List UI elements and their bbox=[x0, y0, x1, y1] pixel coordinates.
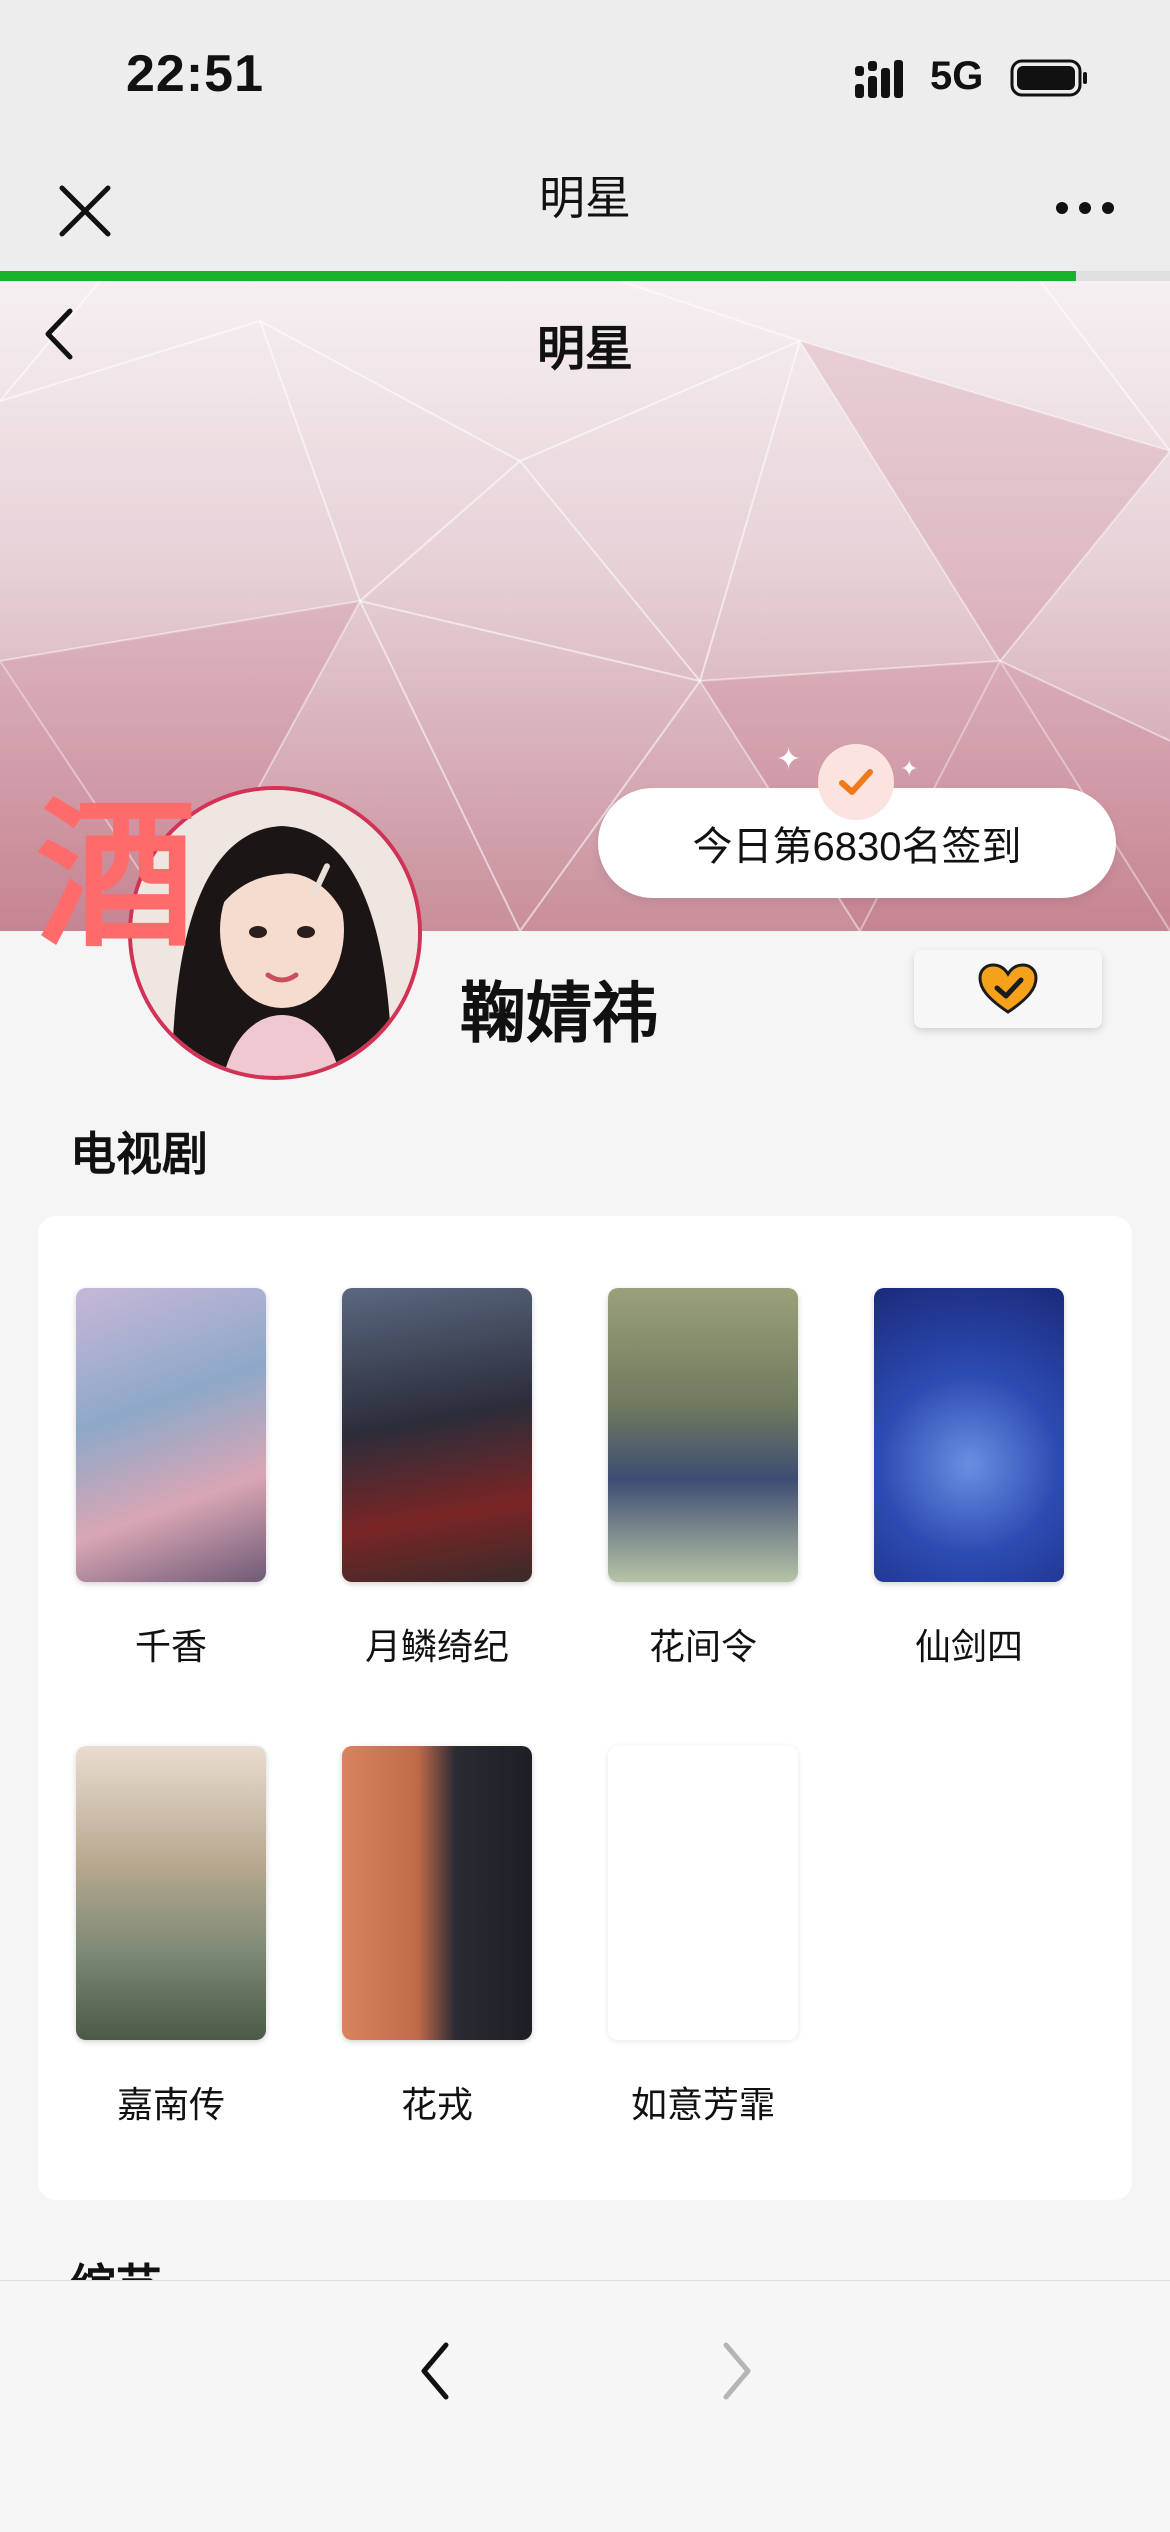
nav-back-icon[interactable] bbox=[410, 2331, 460, 2411]
drama-poster bbox=[342, 1746, 532, 2040]
watermark-stamp: 酒 bbox=[36, 781, 197, 969]
check-icon bbox=[839, 769, 873, 795]
loading-progress bbox=[0, 271, 1170, 281]
sparkle-icon: ✦ bbox=[900, 756, 919, 781]
heart-check-icon bbox=[978, 963, 1038, 1014]
bottom-navigation bbox=[0, 2280, 1170, 2532]
checkin-text: 今日第6830名签到 bbox=[692, 825, 1022, 869]
status-time: 22:51 bbox=[126, 45, 264, 103]
miniprogram-titlebar: 明星 bbox=[0, 140, 1170, 275]
status-bar: 22:51 5G bbox=[0, 0, 1170, 140]
signal-icon bbox=[855, 60, 903, 98]
check-badge bbox=[818, 744, 894, 820]
drama-label: 仙剑四 bbox=[914, 1626, 1023, 1667]
tv-card: 千香 月鳞绮纪 花间令 仙剑四 嘉南传 花戎 如意芳霏 bbox=[38, 1216, 1132, 2200]
page-title: 明星 bbox=[536, 323, 633, 376]
follow-button[interactable] bbox=[914, 950, 1102, 1028]
more-icon[interactable] bbox=[1050, 188, 1120, 228]
star-name: 鞠婧祎 bbox=[460, 976, 658, 1050]
drama-poster bbox=[76, 1288, 266, 1582]
drama-label: 花戎 bbox=[400, 2084, 473, 2125]
drama-label: 嘉南传 bbox=[116, 2084, 225, 2125]
drama-poster bbox=[342, 1288, 532, 1582]
drama-poster bbox=[76, 1746, 266, 2040]
nav-forward-icon[interactable] bbox=[712, 2331, 762, 2411]
titlebar-title: 明星 bbox=[539, 172, 631, 224]
section-title-tv: 电视剧 bbox=[70, 1128, 208, 1180]
drama-label: 月鳞绮纪 bbox=[364, 1626, 509, 1667]
drama-poster bbox=[608, 1288, 798, 1582]
drama-label: 如意芳霏 bbox=[630, 2084, 775, 2125]
battery-icon bbox=[1010, 59, 1087, 97]
drama-label: 花间令 bbox=[648, 1626, 757, 1667]
drama-poster bbox=[608, 1746, 798, 2040]
drama-label: 千香 bbox=[134, 1626, 207, 1667]
drama-poster bbox=[874, 1288, 1064, 1582]
sparkle-icon: ✦ bbox=[776, 743, 802, 776]
loading-progress-fill bbox=[0, 271, 1077, 281]
network-label: 5G bbox=[930, 54, 984, 98]
